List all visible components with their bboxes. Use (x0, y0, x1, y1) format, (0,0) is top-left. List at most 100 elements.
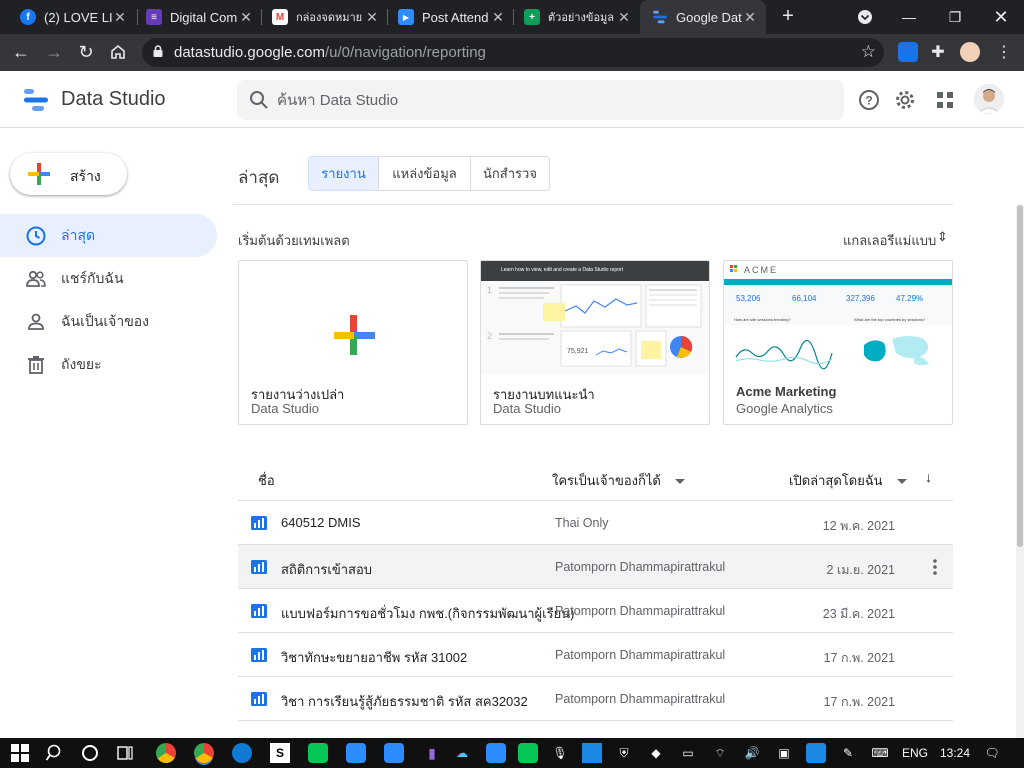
extensions-puzzle-icon[interactable]: ✚ (928, 42, 948, 62)
close-icon[interactable]: ✕ (364, 9, 380, 26)
sort-by-dropdown[interactable]: เปิดล่าสุดโดยฉัน (789, 470, 907, 491)
clock-time[interactable]: 13:24 (940, 746, 970, 760)
tab-search-icon[interactable] (842, 0, 888, 34)
create-button[interactable]: สร้าง (10, 153, 127, 195)
tray-app-icon[interactable] (806, 743, 826, 763)
column-header-name[interactable]: ชื่อ (258, 470, 275, 491)
close-window-icon[interactable]: ✕ (978, 0, 1024, 34)
task-view-icon[interactable] (115, 743, 135, 763)
onedrive-icon[interactable]: ☁ (452, 743, 472, 763)
help-icon[interactable]: ? (858, 89, 880, 111)
search-input[interactable] (277, 91, 817, 109)
browser-tab[interactable]: f (2) LOVE LII ✕ (8, 0, 136, 34)
sidebar-item-owned[interactable]: ฉันเป็นเจ้าของ (0, 300, 217, 343)
browser-tab[interactable]: ▶ Post Attend ✕ (386, 0, 514, 34)
line-icon[interactable] (308, 743, 328, 763)
diamond-icon[interactable]: ◆ (646, 743, 666, 763)
profile-avatar-icon[interactable] (960, 42, 980, 62)
gear-icon[interactable] (894, 89, 916, 111)
restore-icon[interactable]: ❐ (932, 0, 978, 34)
more-options-icon[interactable] (933, 557, 937, 577)
keyboard-icon[interactable]: ⌨ (868, 743, 892, 763)
zoom-icon[interactable] (384, 743, 404, 763)
report-icon (251, 692, 267, 706)
windows-taskbar: S ▮ ☁ 🎙 ⛨ ◆ ▭ ⌔ 🔊 ▣ ✎ ⌨ ENG 13:24 🗨 (0, 738, 1024, 768)
zoom-icon[interactable] (346, 743, 366, 763)
search-icon[interactable] (45, 743, 65, 763)
report-date: 23 มี.ค. 2021 (822, 607, 895, 621)
tray-app-icon[interactable]: ▣ (774, 743, 794, 763)
forms-icon: ≡ (146, 9, 162, 25)
sidebar-item-trash[interactable]: ถังขยะ (0, 343, 217, 386)
sidebar-item-label: ล่าสุด (61, 226, 96, 243)
extension-icon[interactable] (898, 42, 918, 62)
tab-explorer[interactable]: นักสำรวจ (470, 156, 550, 191)
owner-filter-dropdown[interactable]: ใครเป็นเจ้าของก็ได้ (552, 470, 685, 491)
close-icon[interactable]: ✕ (490, 9, 506, 26)
line-tray-icon[interactable] (518, 743, 538, 763)
apps-grid-icon[interactable] (934, 89, 956, 111)
close-icon[interactable]: ✕ (238, 9, 254, 26)
shield-icon[interactable]: ⛨ (614, 743, 634, 763)
template-card-tutorial[interactable]: Learn how to view, edit and create a Dat… (480, 260, 710, 425)
template-card-blank[interactable]: รายงานว่างเปล่า Data Studio (238, 260, 468, 425)
table-row[interactable]: สถิติการเข้าสอบ Patomporn Dhammapirattra… (238, 545, 953, 589)
table-row[interactable]: 640512 DMIS Thai Only 12 พ.ค. 2021 (238, 501, 953, 545)
sidebar-item-recent[interactable]: ล่าสุด (0, 214, 217, 257)
close-icon[interactable]: ✕ (616, 9, 632, 26)
close-icon[interactable]: ✕ (112, 9, 128, 26)
wifi-icon[interactable]: ⌔ (710, 743, 730, 763)
browser-tab-active[interactable]: Google Dat ✕ (640, 0, 766, 34)
page-scrollbar[interactable] (1016, 205, 1024, 738)
back-icon[interactable]: ← (9, 40, 33, 64)
chrome-taskbar-icon[interactable] (156, 743, 176, 763)
url-host: datastudio.google.com (174, 44, 325, 61)
cortana-icon[interactable] (80, 743, 100, 763)
edge-icon[interactable] (232, 743, 252, 763)
bookmark-star-icon[interactable]: ☆ (861, 42, 876, 62)
template-subtitle: Data Studio (251, 401, 319, 416)
template-card-acme[interactable]: ACME 53,206 66,104 327,396 47.29% How ar… (723, 260, 953, 425)
tab-reports[interactable]: รายงาน (308, 156, 379, 191)
reload-icon[interactable]: ↻ (74, 40, 98, 64)
search-box[interactable] (237, 80, 844, 120)
data-studio-logo-icon[interactable] (22, 86, 50, 114)
microphone-icon[interactable]: 🎙 (550, 743, 570, 763)
zoom-tray-icon[interactable] (486, 743, 506, 763)
audio-app-icon[interactable]: ▮ (422, 743, 442, 763)
input-language[interactable]: ENG (902, 746, 928, 760)
battery-icon[interactable]: ▭ (678, 743, 698, 763)
browser-tab[interactable]: ≡ Digital Com ✕ (134, 0, 262, 34)
table-row[interactable]: วิชา การเรียนรู้สู้ภัยธรรมชาติ รหัส สค32… (238, 677, 953, 721)
tab-data-sources[interactable]: แหล่งข้อมูล (378, 156, 471, 191)
new-tab-icon[interactable]: + (776, 5, 800, 29)
scrollbar-thumb[interactable] (1017, 205, 1023, 547)
browser-toolbar: ← → ↻ datastudio.google.com/u/0/navigati… (0, 34, 1024, 71)
tray-app-icon[interactable] (582, 743, 602, 763)
windows-start-icon[interactable] (10, 743, 30, 763)
table-row[interactable]: แบบฟอร์มการขอชั่วโมง กพช.(กิจกรรมพัฒนาผู… (238, 589, 953, 633)
preview-brand: ACME (744, 265, 779, 275)
home-icon[interactable] (106, 40, 130, 64)
chrome-active-taskbar-icon[interactable] (194, 743, 214, 763)
chrome-menu-icon[interactable]: ⋮ (994, 42, 1014, 62)
address-bar[interactable]: datastudio.google.com/u/0/navigation/rep… (142, 38, 884, 67)
sidebar-item-shared[interactable]: แชร์กับฉัน (0, 257, 217, 300)
table-row[interactable]: วิชาทักษะขยายอาชีพ รหัส 31002 Patomporn … (238, 633, 953, 677)
pen-icon[interactable]: ✎ (838, 743, 858, 763)
template-title: Acme Marketing (736, 384, 837, 399)
template-gallery-button[interactable]: แกลเลอรีแม่แบบ ⇕ (843, 229, 948, 251)
app-s-icon[interactable]: S (270, 743, 290, 763)
people-icon (26, 270, 46, 287)
report-date: 12 พ.ค. 2021 (822, 519, 895, 533)
minimize-icon[interactable]: — (886, 0, 932, 34)
browser-tab[interactable]: M กล่องจดหมาย ✕ (260, 0, 388, 34)
close-icon[interactable]: ✕ (742, 9, 758, 26)
report-icon (251, 648, 267, 662)
account-avatar[interactable] (974, 84, 1004, 114)
sort-direction-arrow-icon[interactable]: ↓ (925, 469, 932, 485)
forward-icon[interactable]: → (42, 40, 66, 64)
browser-tab[interactable]: + ตัวอย่างข้อมูล ✕ (512, 0, 640, 34)
notification-icon[interactable]: 🗨 (982, 743, 1002, 763)
volume-icon[interactable]: 🔊 (742, 743, 762, 763)
